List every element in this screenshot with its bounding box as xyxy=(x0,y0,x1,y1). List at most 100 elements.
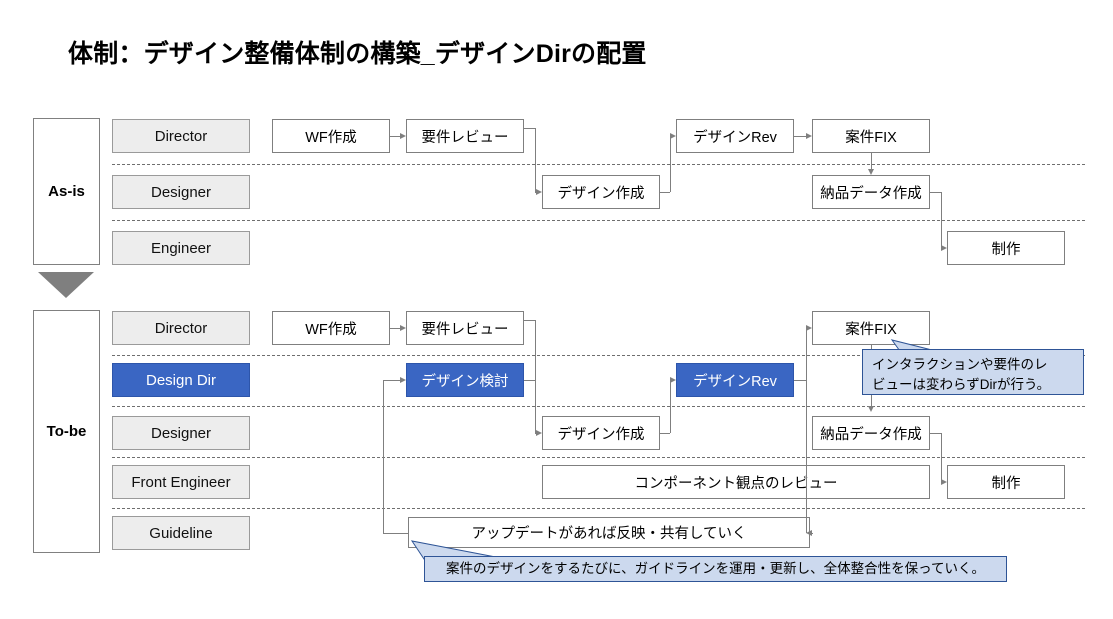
connector-line xyxy=(390,136,400,137)
role-label: Designer xyxy=(150,424,212,442)
transition-down-arrow-icon xyxy=(38,272,94,298)
connector-line xyxy=(383,533,408,534)
arrow-head-right-icon xyxy=(941,244,947,251)
step-as-is-seisaku[interactable]: 制作 xyxy=(947,231,1065,265)
step-label: 納品データ作成 xyxy=(820,426,922,443)
role-label: Guideline xyxy=(149,524,213,542)
step-as-is-nouhin-data[interactable]: 納品データ作成 xyxy=(812,175,930,209)
arrow-head-down-icon xyxy=(867,169,874,175)
role-label: Front Engineer xyxy=(131,473,231,491)
lane-divider-as-is-2 xyxy=(112,220,1085,221)
step-label: WF作成 xyxy=(305,321,357,338)
role-box-to-be-design-dir: Design Dir xyxy=(112,363,250,397)
arrow-head-right-icon xyxy=(400,376,406,383)
role-box-to-be-director: Director xyxy=(112,311,250,345)
step-label: デザインRev xyxy=(693,373,777,390)
arrow-head-right-icon xyxy=(670,376,676,383)
step-label: 要件レビュー xyxy=(421,129,509,146)
connector-line xyxy=(794,380,806,381)
connector-line xyxy=(524,320,535,321)
step-to-be-seisaku[interactable]: 制作 xyxy=(947,465,1065,499)
step-as-is-design-sakusei[interactable]: デザイン作成 xyxy=(542,175,660,209)
connector-line xyxy=(660,192,670,193)
step-to-be-youken-review[interactable]: 要件レビュー xyxy=(406,311,524,345)
connector-line xyxy=(383,380,384,533)
role-label: Director xyxy=(154,319,208,337)
connector-line xyxy=(670,380,671,433)
step-label: コンポーネント観点のレビュー xyxy=(634,475,838,492)
role-label: Design Dir xyxy=(145,371,217,389)
step-to-be-nouhin-data[interactable]: 納品データ作成 xyxy=(812,416,930,450)
role-box-as-is-designer: Designer xyxy=(112,175,250,209)
connector-line xyxy=(930,192,941,193)
arrow-head-left-icon xyxy=(806,529,812,536)
connector-line xyxy=(524,128,535,129)
connector-line xyxy=(535,128,536,192)
step-as-is-design-rev[interactable]: デザインRev xyxy=(676,119,794,153)
connector-line xyxy=(806,328,807,380)
connector-line xyxy=(535,320,536,380)
role-box-to-be-guideline: Guideline xyxy=(112,516,250,550)
role-box-as-is-engineer: Engineer xyxy=(112,231,250,265)
step-as-is-wf-sakusei[interactable]: WF作成 xyxy=(272,119,390,153)
connector-line xyxy=(871,153,872,169)
phase-label-as-is-text: As-is xyxy=(48,183,85,200)
lane-divider-to-be-4 xyxy=(112,508,1085,509)
connector-line xyxy=(660,433,670,434)
step-label: 納品データ作成 xyxy=(820,185,922,202)
role-box-to-be-designer: Designer xyxy=(112,416,250,450)
callout-dir-review-line1: インタラクションや要件のレ xyxy=(872,357,1048,372)
phase-label-to-be-text: To-be xyxy=(46,423,87,440)
role-label: Engineer xyxy=(150,239,212,257)
role-box-as-is-director: Director xyxy=(112,119,250,153)
step-label: デザインRev xyxy=(693,129,777,146)
role-label: Director xyxy=(154,127,208,145)
connector-line xyxy=(806,380,807,533)
lane-divider-as-is-1 xyxy=(112,164,1085,165)
step-to-be-design-sakusei[interactable]: デザイン作成 xyxy=(542,416,660,450)
step-as-is-youken-review[interactable]: 要件レビュー xyxy=(406,119,524,153)
arrow-head-right-icon xyxy=(400,132,406,139)
step-label: 要件レビュー xyxy=(421,321,509,338)
connector-line xyxy=(383,380,400,381)
connector-line xyxy=(941,192,942,248)
step-to-be-component-review[interactable]: コンポーネント観点のレビュー xyxy=(542,465,930,499)
connector-line xyxy=(524,380,535,381)
arrow-head-right-icon xyxy=(400,324,406,331)
step-label: 制作 xyxy=(991,241,1021,258)
callout-guideline-text: 案件のデザインをするたびに、ガイドラインを運用・更新し、全体整合性を保っていく。 xyxy=(446,561,985,577)
step-to-be-design-kentou[interactable]: デザイン検討 xyxy=(406,363,524,397)
step-label: デザイン作成 xyxy=(557,426,645,443)
arrow-head-down-icon xyxy=(867,406,874,412)
role-label: Designer xyxy=(150,183,212,201)
step-as-is-anken-fix[interactable]: 案件FIX xyxy=(812,119,930,153)
connector-line xyxy=(794,136,806,137)
connector-line xyxy=(930,433,941,434)
arrow-head-right-icon xyxy=(536,429,542,436)
connector-line xyxy=(535,380,536,433)
step-to-be-design-rev[interactable]: デザインRev xyxy=(676,363,794,397)
role-box-to-be-front-engineer: Front Engineer xyxy=(112,465,250,499)
lane-divider-to-be-2 xyxy=(112,406,1085,407)
connector-line xyxy=(941,433,942,482)
arrow-head-right-icon xyxy=(670,132,676,139)
step-label: デザイン検討 xyxy=(421,373,509,390)
diagram-canvas: 体制：デザイン整備体制の構築_デザインDirの配置 As-is Director… xyxy=(0,0,1113,619)
arrow-head-right-icon xyxy=(941,478,947,485)
step-label: 案件FIX xyxy=(845,129,897,146)
arrow-head-right-icon xyxy=(806,324,812,331)
phase-label-as-is: As-is xyxy=(33,118,100,265)
connector-line xyxy=(812,533,813,534)
connector-line xyxy=(670,136,671,192)
callout-guideline: 案件のデザインをするたびに、ガイドラインを運用・更新し、全体整合性を保っていく。 xyxy=(424,556,1007,582)
step-label: デザイン作成 xyxy=(557,185,645,202)
lane-divider-to-be-3 xyxy=(112,457,1085,458)
phase-label-to-be: To-be xyxy=(33,310,100,553)
step-label: 制作 xyxy=(991,475,1021,492)
callout-dir-review-line2: ビューは変わらずDirが行う。 xyxy=(872,376,1051,392)
arrow-head-right-icon xyxy=(536,188,542,195)
callout-dir-review: インタラクションや要件のレ ビューは変わらずDirが行う。 xyxy=(862,349,1084,395)
step-to-be-wf-sakusei[interactable]: WF作成 xyxy=(272,311,390,345)
page-title: 体制：デザイン整備体制の構築_デザインDirの配置 xyxy=(68,40,647,68)
connector-line xyxy=(390,328,400,329)
